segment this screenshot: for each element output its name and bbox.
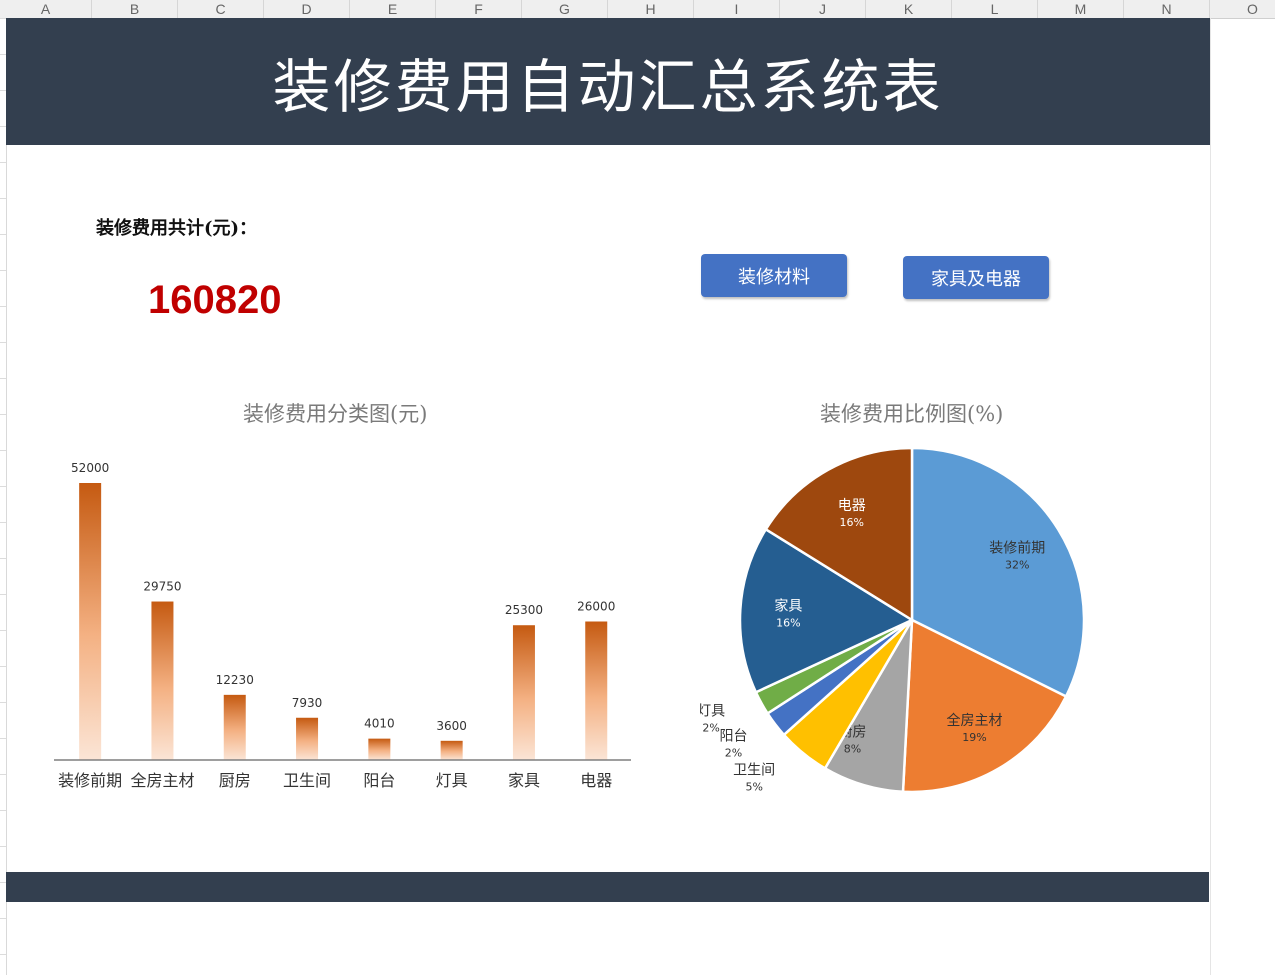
row-divider (0, 810, 6, 811)
bar-category-label: 家具 (508, 771, 540, 790)
column-header-g[interactable]: G (522, 0, 608, 18)
column-header-h[interactable]: H (608, 0, 694, 18)
bar-value-label: 25300 (505, 603, 543, 617)
row-divider (0, 954, 6, 955)
pie-percent-label: 16% (840, 516, 864, 529)
furniture-appliances-button[interactable]: 家具及电器 (903, 256, 1049, 299)
bar-chart: 52000 装修前期 29750 全房主材 12230 厨房 7930 卫生间 4010 阳台 36… (54, 461, 631, 790)
bar-value-label: 12230 (216, 673, 254, 687)
column-header-o[interactable]: O (1210, 0, 1275, 18)
column-header-f[interactable]: F (436, 0, 522, 18)
bar-value-label: 3600 (436, 719, 467, 733)
pie-percent-label: 8% (844, 743, 861, 756)
row-divider (0, 198, 6, 199)
pie-slice-label: 家具 (774, 597, 802, 614)
title-banner: 装修费用自动汇总系统表 (6, 18, 1210, 145)
bar-0 (79, 483, 102, 760)
pie-slice-label: 电器 (838, 498, 866, 514)
pie-chart: 装修前期32%全房主材19%厨房8%卫生间5%阳台2%灯具2%家具16%电器16… (700, 446, 1086, 793)
row-divider (0, 666, 6, 667)
column-header-a[interactable]: A (0, 0, 92, 18)
row-divider (0, 774, 6, 775)
column-header-n[interactable]: N (1124, 0, 1210, 18)
column-header-m[interactable]: M (1038, 0, 1124, 18)
row-divider (0, 846, 6, 847)
pie-percent-label: 16% (776, 616, 800, 629)
row-divider (0, 162, 6, 163)
bar-3 (296, 717, 319, 760)
row-divider (0, 306, 6, 307)
bar-6 (512, 625, 535, 760)
column-header-b[interactable]: B (92, 0, 178, 18)
bar-chart-title: 装修费用分类图(元) (243, 402, 428, 426)
row-divider (0, 630, 6, 631)
row-divider (0, 558, 6, 559)
row-divider (0, 270, 6, 271)
row-header-strip (0, 18, 7, 975)
bar-1 (151, 601, 174, 760)
pie-slice-label: 卫生间 (733, 762, 775, 778)
column-header-d[interactable]: D (264, 0, 350, 18)
materials-button[interactable]: 装修材料 (701, 254, 847, 297)
pie-percent-label: 5% (745, 780, 762, 793)
bar-4 (368, 738, 391, 760)
pie-slice-label: 灯具 (700, 704, 725, 720)
bar-value-label: 29750 (143, 580, 181, 594)
row-divider (0, 918, 6, 919)
column-header-c[interactable]: C (178, 0, 264, 18)
bar-category-label: 灯具 (436, 771, 468, 790)
pie-chart-title: 装修费用比例图(%) (820, 402, 1004, 426)
pie-slice-label: 装修前期 (989, 540, 1045, 557)
bar-category-label: 电器 (580, 771, 612, 790)
bar-category-label: 阳台 (363, 771, 395, 790)
column-header-e[interactable]: E (350, 0, 436, 18)
bar-category-label: 装修前期 (58, 771, 122, 790)
row-divider (0, 450, 6, 451)
bar-7 (585, 621, 608, 760)
total-cost-label: 装修费用共计(元)： (96, 218, 258, 239)
footer-bar (6, 872, 1209, 902)
page-title: 装修费用自动汇总系统表 (272, 52, 944, 121)
row-divider (0, 234, 6, 235)
row-divider (0, 522, 6, 523)
row-divider (0, 378, 6, 379)
pie-percent-label: 32% (1005, 559, 1029, 572)
row-divider (0, 486, 6, 487)
sheet-gridline (1210, 18, 1211, 975)
pie-percent-label: 2% (702, 722, 719, 735)
bar-value-label: 26000 (577, 600, 615, 614)
pie-slice-label: 全房主材 (946, 712, 1002, 729)
pie-percent-label: 2% (725, 747, 742, 760)
pie-slice-label: 阳台 (719, 729, 747, 745)
column-header-i[interactable]: I (694, 0, 780, 18)
bar-value-label: 4010 (364, 717, 395, 731)
total-cost-value: 160820 (148, 278, 282, 322)
bar-5 (440, 740, 463, 760)
column-header-l[interactable]: L (952, 0, 1038, 18)
row-divider (0, 342, 6, 343)
row-divider (0, 414, 6, 415)
row-divider (0, 702, 6, 703)
bar-category-label: 全房主材 (130, 771, 194, 790)
bar-2 (223, 694, 246, 760)
column-header-bar: ABCDEFGHIJKLMNO (0, 0, 1275, 19)
column-header-k[interactable]: K (866, 0, 952, 18)
row-divider (0, 594, 6, 595)
pie-percent-label: 19% (962, 731, 986, 744)
bar-value-label: 7930 (292, 696, 323, 710)
bar-category-label: 厨房 (219, 771, 251, 790)
bar-category-label: 卫生间 (283, 771, 331, 790)
bar-value-label: 52000 (71, 461, 109, 475)
row-divider (0, 738, 6, 739)
column-header-j[interactable]: J (780, 0, 866, 18)
